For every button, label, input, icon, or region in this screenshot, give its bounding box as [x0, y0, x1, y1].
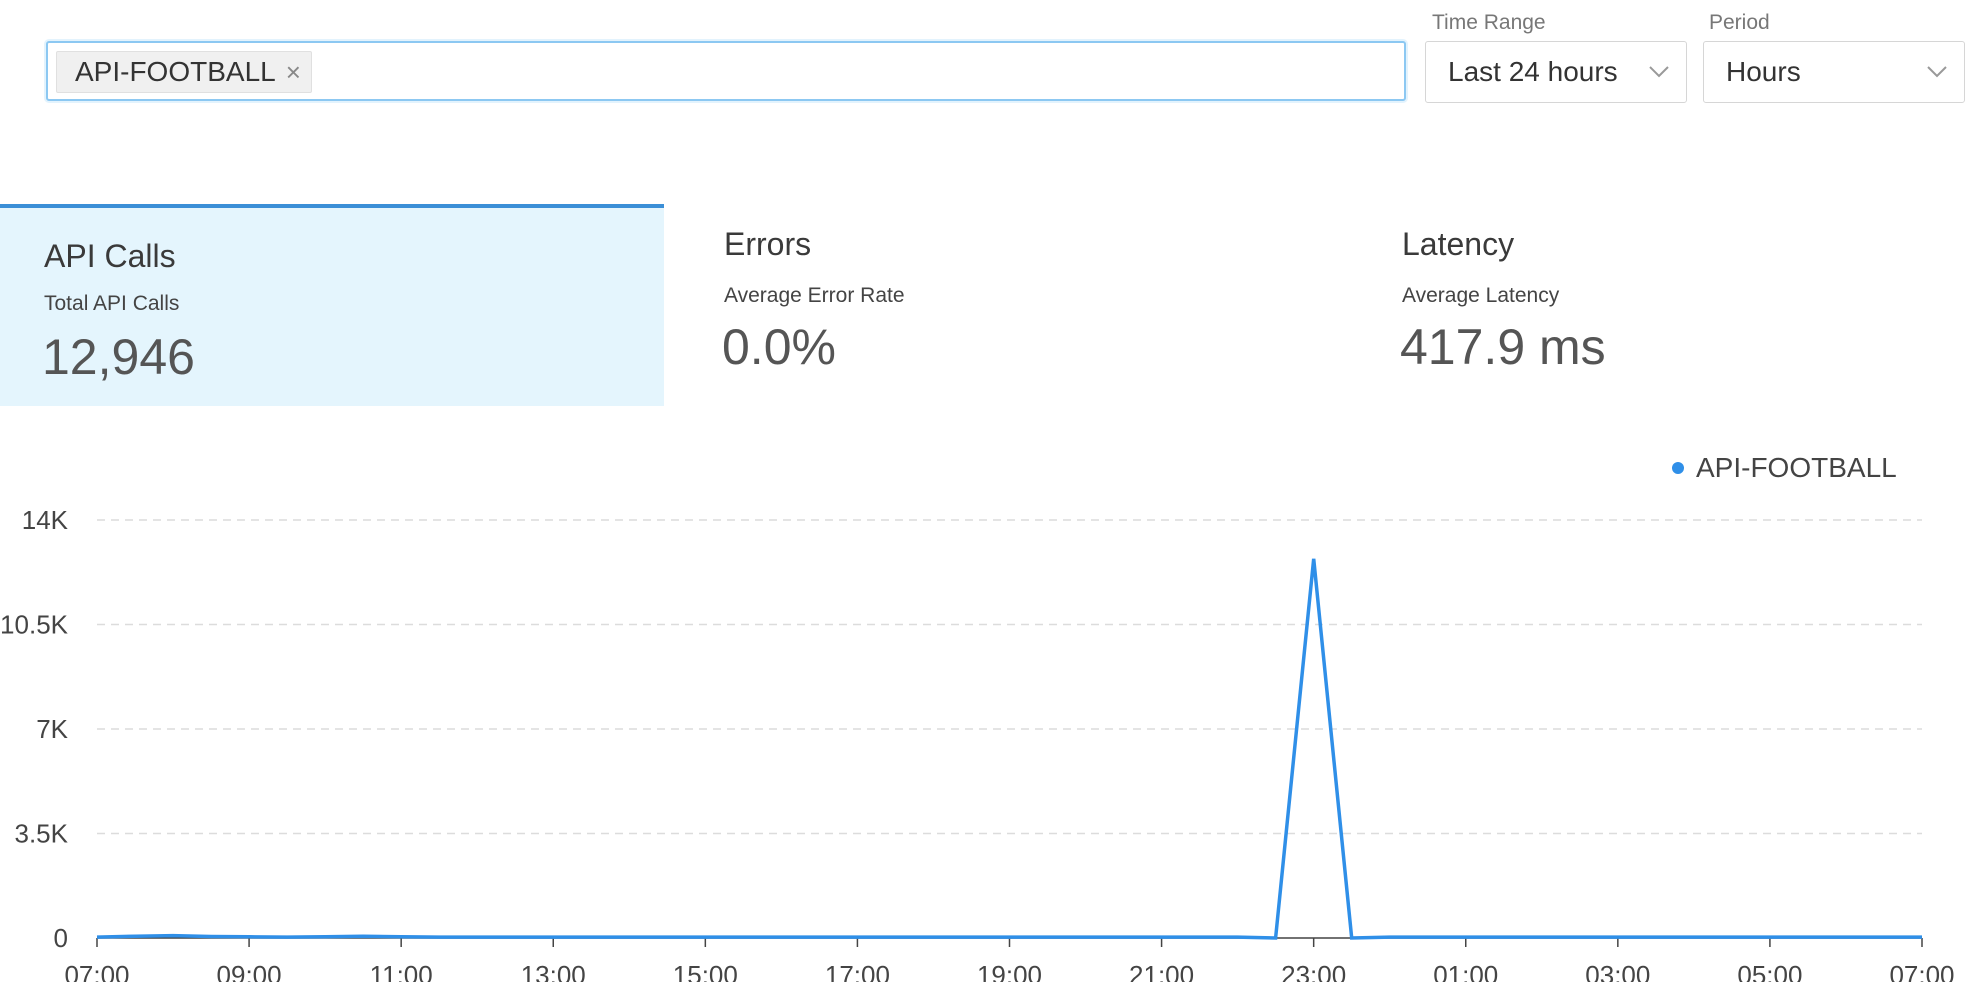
- api-calls-chart: 0 3.5K 7K 10.5K 14K 07:00 09:00 11:00 13:00 15:00…: [0, 505, 1954, 982]
- close-icon[interactable]: ×: [286, 57, 301, 88]
- metric-title: Errors: [724, 226, 812, 262]
- metric-subtitle: Average Latency: [1402, 284, 1560, 307]
- y-tick-label: 0: [54, 923, 68, 953]
- api-filter-input[interactable]: API-FOOTBALL ×: [46, 41, 1406, 101]
- metric-title: API Calls: [44, 238, 176, 274]
- x-tick-label: 15:00: [673, 960, 738, 982]
- period-label: Period: [1709, 11, 1770, 34]
- metric-subtitle: Average Error Rate: [724, 284, 905, 307]
- x-tick-label: 13:00: [521, 960, 586, 982]
- tab-latency[interactable]: Latency Average Latency 417.9 ms: [1378, 204, 1982, 406]
- tab-errors[interactable]: Errors Average Error Rate 0.0%: [700, 204, 1364, 406]
- tab-api-calls[interactable]: API Calls Total API Calls 12,946: [0, 204, 664, 406]
- x-tick-label: 09:00: [217, 960, 282, 982]
- x-tick-label: 23:00: [1281, 960, 1346, 982]
- time-range-value: Last 24 hours: [1448, 56, 1618, 87]
- x-tick-label: 03:00: [1585, 960, 1650, 982]
- time-range-label: Time Range: [1432, 11, 1546, 34]
- x-tick-label: 07:00: [1889, 960, 1954, 982]
- period-value: Hours: [1726, 56, 1801, 87]
- metric-value: 0.0%: [722, 319, 836, 375]
- legend-dot: [1672, 462, 1684, 474]
- metric-value: 417.9 ms: [1400, 319, 1606, 375]
- time-range-select[interactable]: Last 24 hours: [1425, 41, 1687, 103]
- y-tick-label: 14K: [22, 505, 69, 535]
- series-line: [96, 558, 1922, 940]
- metric-title: Latency: [1402, 226, 1515, 262]
- y-tick-label: 7K: [36, 714, 68, 744]
- chevron-down-icon: [1927, 66, 1947, 78]
- y-tick-label: 10.5K: [0, 610, 69, 640]
- x-tick-label: 11:00: [370, 960, 433, 982]
- x-tick-label: 21:00: [1129, 960, 1194, 982]
- x-tick-label: 19:00: [977, 960, 1042, 982]
- api-chip: API-FOOTBALL ×: [56, 51, 312, 93]
- x-tick-label: 05:00: [1737, 960, 1802, 982]
- api-chip-label: API-FOOTBALL: [75, 56, 276, 87]
- metric-subtitle: Total API Calls: [44, 292, 180, 315]
- period-select[interactable]: Hours: [1703, 41, 1965, 103]
- x-tick-label: 17:00: [825, 960, 890, 982]
- metric-value: 12,946: [42, 329, 195, 385]
- y-tick-label: 3.5K: [15, 819, 69, 849]
- x-tick-label: 01:00: [1433, 960, 1498, 982]
- chevron-down-icon: [1649, 66, 1669, 78]
- x-tick-label: 07:00: [64, 960, 129, 982]
